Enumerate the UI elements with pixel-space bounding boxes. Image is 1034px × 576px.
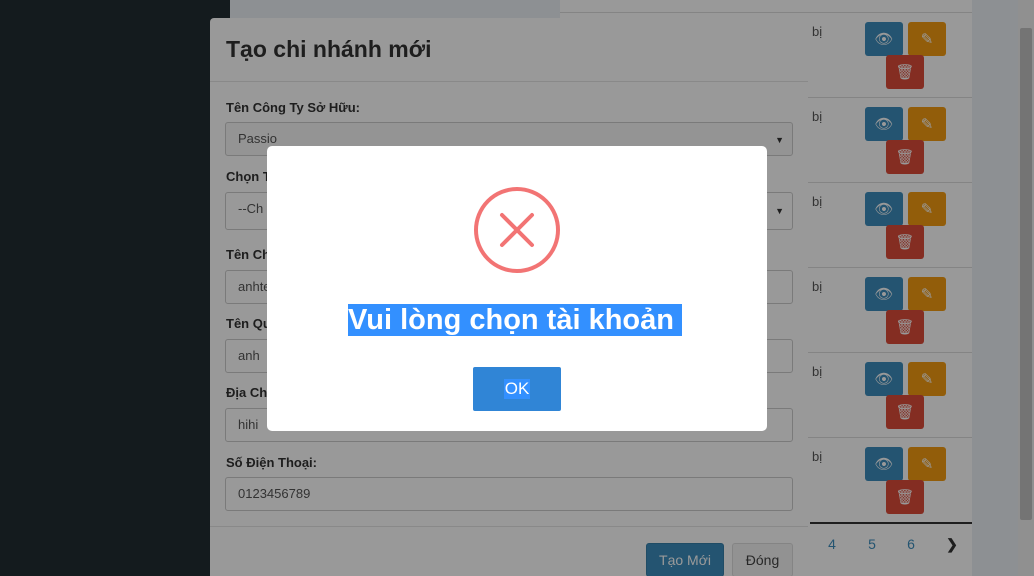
ok-button[interactable]: OK (473, 367, 561, 411)
alert-message: Vui lòng chọn tài khoản (348, 304, 682, 336)
error-x-icon (474, 187, 560, 273)
ok-button-label: OK (503, 379, 531, 399)
alert-dialog: Vui lòng chọn tài khoản OK (267, 146, 767, 431)
